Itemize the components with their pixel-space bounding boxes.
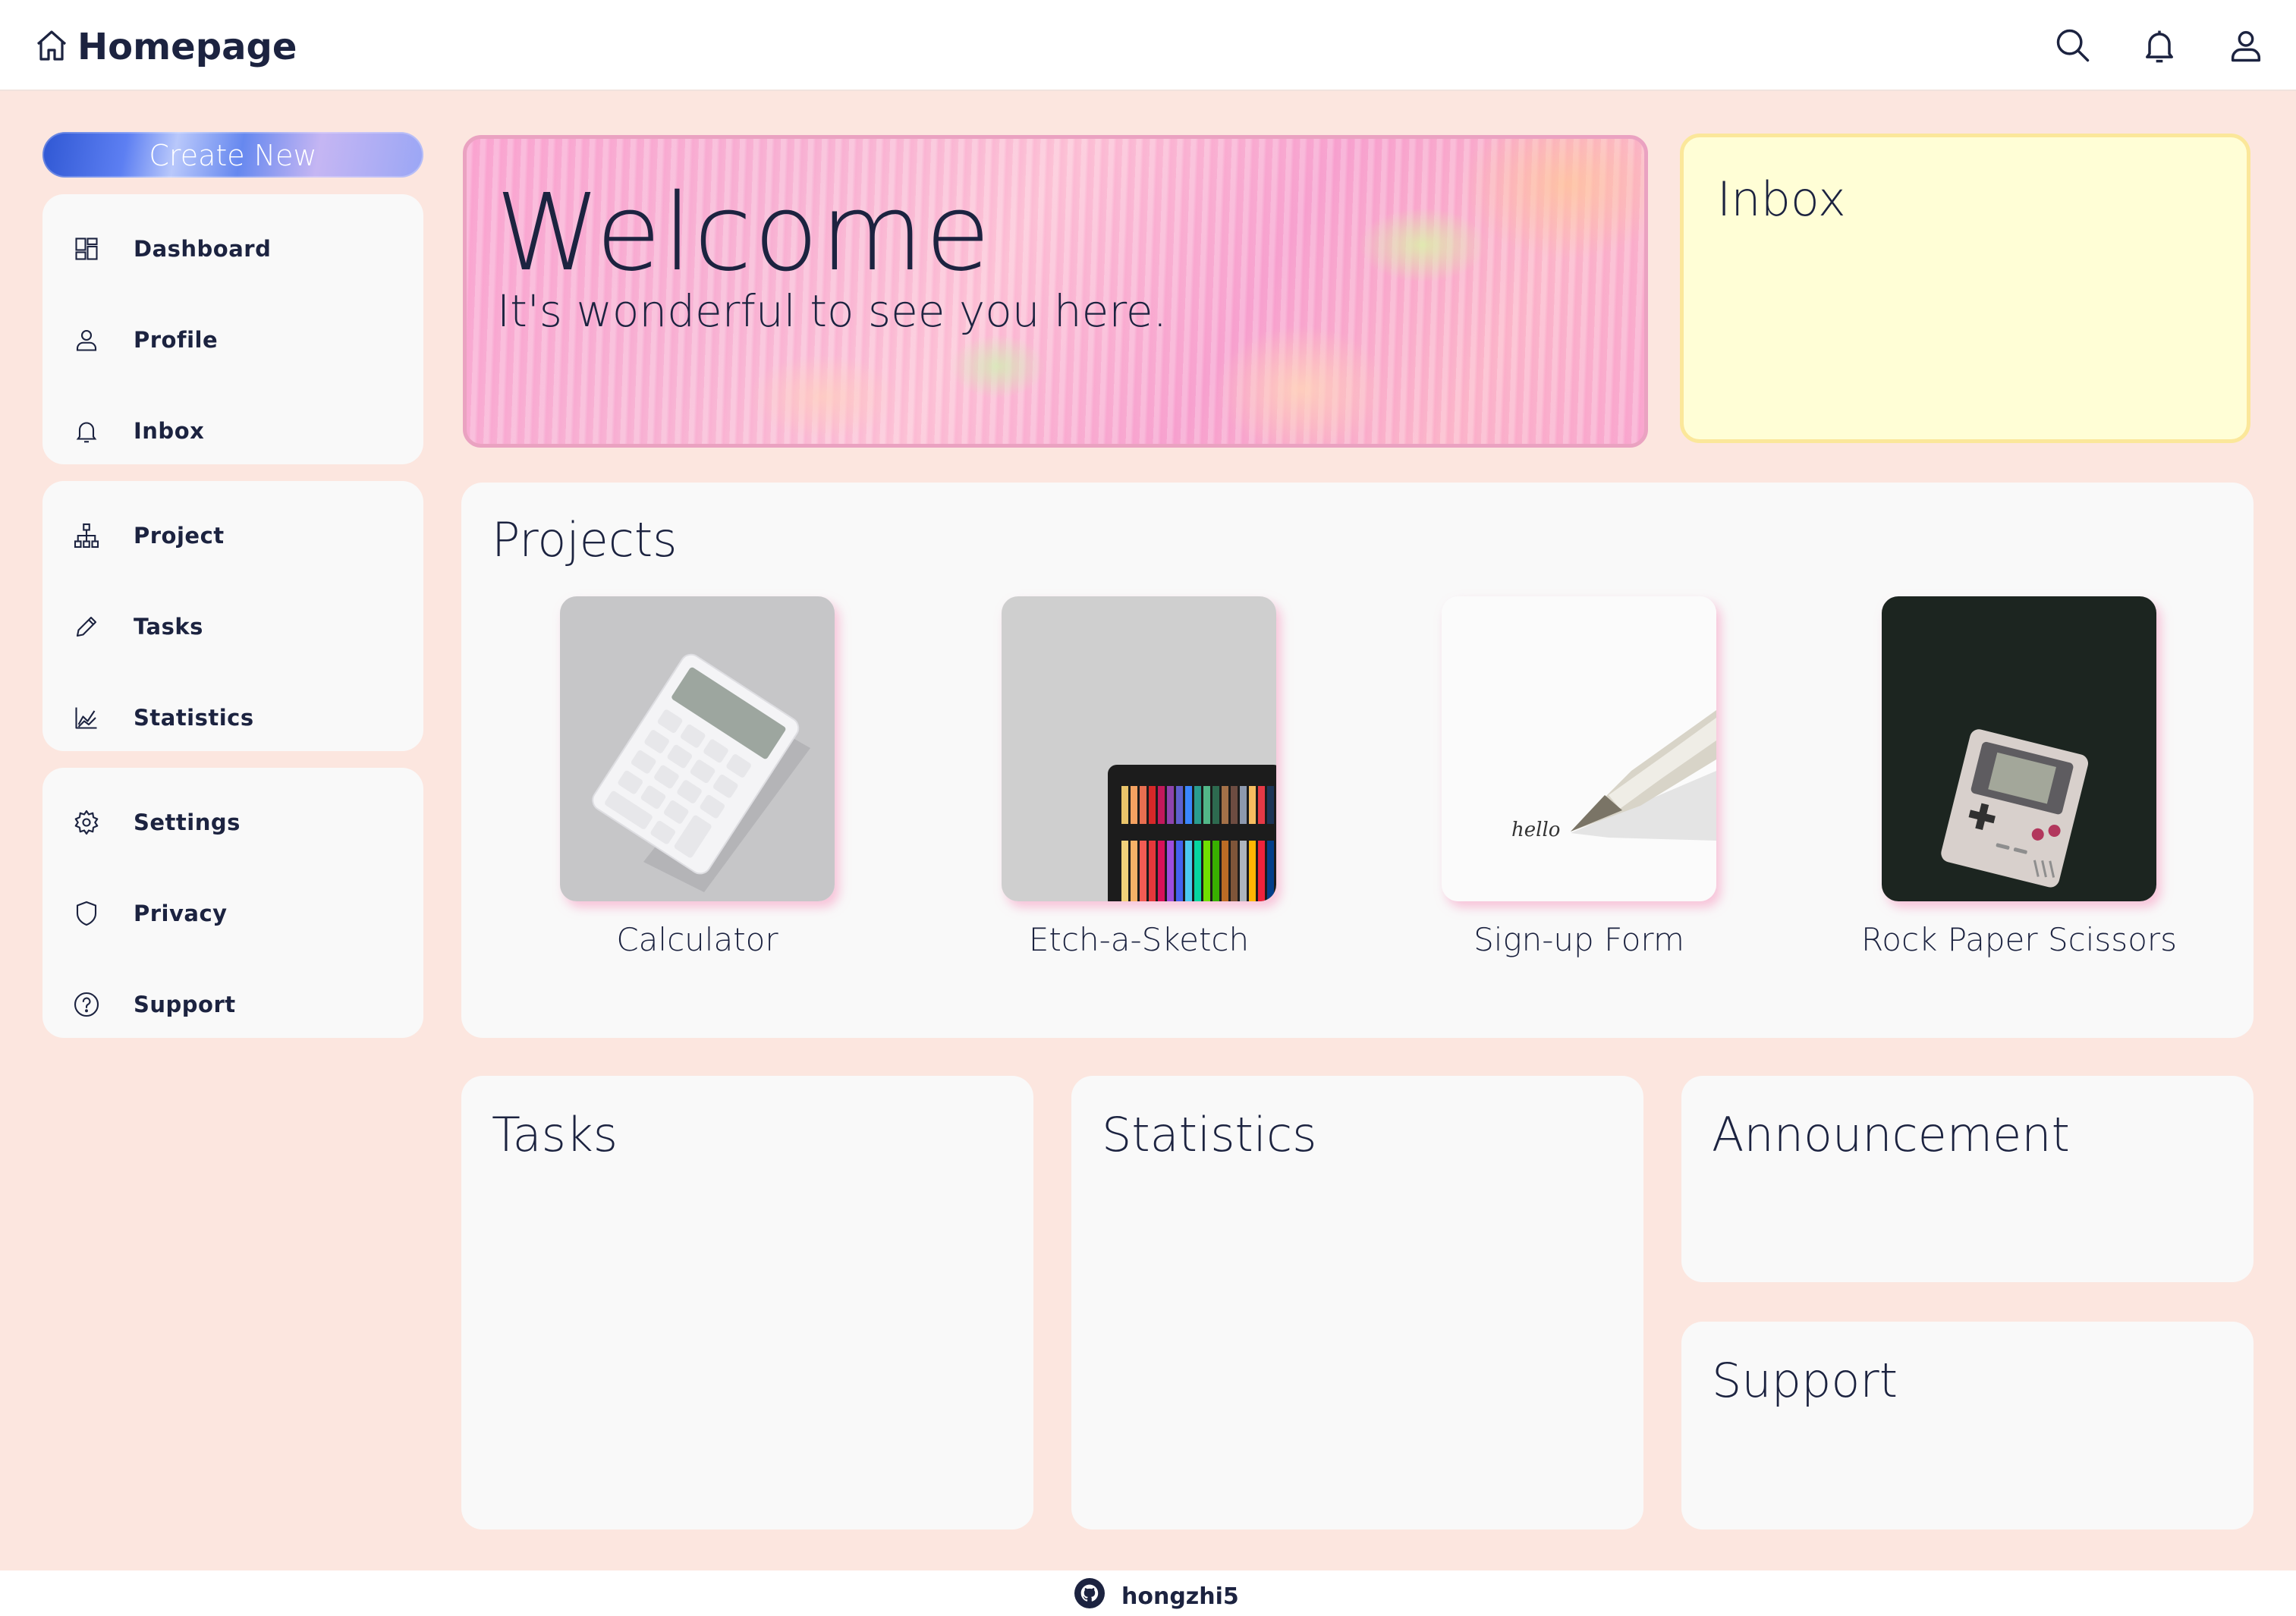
sidebar-item-label: Tasks <box>134 614 203 640</box>
github-icon <box>1074 1578 1105 1614</box>
gear-icon <box>73 809 100 836</box>
projects-title: Projects <box>492 512 678 567</box>
inbox-card[interactable]: Inbox <box>1680 134 2250 443</box>
project-etch-a-sketch[interactable]: Etch-a-Sketch <box>1002 596 1276 958</box>
sidebar-item-tasks[interactable]: Tasks <box>42 596 423 657</box>
colored-pencils-image <box>1002 596 1276 901</box>
sidebar-group-system: Settings Privacy Support <box>42 768 423 1038</box>
help-icon <box>73 991 100 1018</box>
statistics-card: Statistics <box>1071 1076 1643 1530</box>
project-rock-paper-scissors[interactable]: Rock Paper Scissors <box>1861 596 2177 958</box>
support-title: Support <box>1712 1353 1898 1408</box>
sidebar-item-label: Project <box>134 523 225 549</box>
sidebar-item-statistics[interactable]: Statistics <box>42 687 423 748</box>
bell-icon <box>73 417 100 445</box>
inbox-title: Inbox <box>1717 171 1846 227</box>
user-icon[interactable] <box>2226 26 2266 65</box>
hierarchy-icon <box>73 522 100 549</box>
welcome-subtitle: It's wonderful to see you here. <box>497 285 1168 337</box>
gameboy-image <box>1882 596 2156 901</box>
tasks-card: Tasks <box>461 1076 1033 1530</box>
sidebar-item-label: Support <box>134 992 236 1017</box>
project-label: Calculator <box>616 921 778 958</box>
project-sign-up-form[interactable]: hello Sign-up Form <box>1442 596 1716 958</box>
sidebar-item-privacy[interactable]: Privacy <box>42 883 423 944</box>
pen-image-text: hello <box>1511 819 1560 841</box>
sidebar-item-label: Privacy <box>134 901 228 926</box>
search-icon[interactable] <box>2053 26 2093 65</box>
sidebar-item-settings[interactable]: Settings <box>42 792 423 853</box>
statistics-title: Statistics <box>1102 1107 1317 1162</box>
sidebar-item-dashboard[interactable]: Dashboard <box>42 219 423 279</box>
header-actions <box>2053 26 2266 65</box>
sidebar-group-main: Dashboard Profile Inbox <box>42 194 423 464</box>
support-card: Support <box>1681 1322 2254 1530</box>
project-label: Sign-up Form <box>1474 921 1684 958</box>
sidebar-item-support[interactable]: Support <box>42 974 423 1035</box>
announcement-card: Announcement <box>1681 1076 2254 1282</box>
pencil-icon <box>73 613 100 640</box>
sidebar-group-work: Project Tasks Statistics <box>42 481 423 751</box>
calculator-image <box>560 596 835 901</box>
github-link[interactable]: hongzhi5 <box>1074 1578 1239 1614</box>
sidebar-item-label: Statistics <box>134 705 254 731</box>
sidebar-item-label: Settings <box>134 810 241 835</box>
brand[interactable]: Homepage <box>33 27 297 67</box>
sidebar-item-label: Inbox <box>134 418 205 444</box>
welcome-banner: Welcome It's wonderful to see you here. <box>463 135 1648 448</box>
announcement-title: Announcement <box>1712 1107 2070 1162</box>
page-title: Homepage <box>77 26 297 68</box>
home-icon <box>33 27 70 67</box>
sidebar-item-label: Dashboard <box>134 236 272 262</box>
create-new-button[interactable]: Create New <box>42 132 423 178</box>
project-label: Etch-a-Sketch <box>1028 921 1250 958</box>
user-icon <box>73 326 100 354</box>
bell-icon[interactable] <box>2140 26 2179 65</box>
sidebar-item-project[interactable]: Project <box>42 505 423 566</box>
welcome-title: Welcome <box>495 171 992 295</box>
footer: hongzhi5 <box>0 1570 2296 1616</box>
top-header: Homepage <box>0 0 2296 91</box>
sidebar-item-label: Profile <box>134 327 219 353</box>
fountain-pen-image: hello <box>1442 596 1716 901</box>
sidebar-item-inbox[interactable]: Inbox <box>42 401 423 461</box>
chart-icon <box>73 704 100 731</box>
footer-username: hongzhi5 <box>1121 1583 1239 1610</box>
project-calculator[interactable]: Calculator <box>560 596 835 958</box>
dashboard-icon <box>73 235 100 263</box>
tasks-title: Tasks <box>492 1107 618 1162</box>
projects-card: Projects Calculator Etch-a-Sketch hello … <box>461 483 2254 1038</box>
shield-icon <box>73 900 100 927</box>
sidebar-item-profile[interactable]: Profile <box>42 310 423 370</box>
project-label: Rock Paper Scissors <box>1860 921 2178 958</box>
